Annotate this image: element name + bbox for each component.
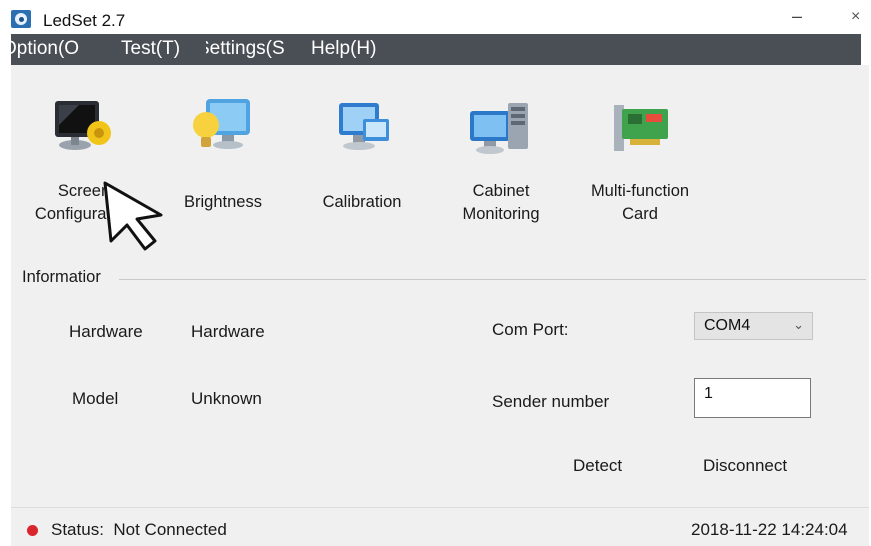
com-port-label: Com Port:: [492, 320, 569, 339]
eye-icon: [11, 10, 31, 28]
multi-function-card-icon: [614, 105, 668, 151]
menu-option[interactable]: Option(O: [11, 38, 79, 60]
calibration-label: Calibration: [322, 193, 402, 211]
menu-bar: Option(O Test(T) Settings(S Help(H): [11, 34, 861, 65]
status-label: Status:: [51, 520, 104, 539]
hardware-label: Hardware: [69, 322, 143, 341]
brightness-label: Brightness: [184, 193, 262, 211]
calibration-icon: [339, 103, 389, 150]
mouse-cursor-icon: [103, 181, 163, 251]
title-bar: LedSet 2.7 – ×: [0, 0, 871, 34]
hardware-value: Hardware: [191, 322, 265, 341]
model-label: Model: [72, 389, 119, 408]
menu-settings[interactable]: Settings(S: [206, 38, 285, 60]
cabinet-monitoring-icon: [470, 103, 528, 154]
model-value: Unknown: [191, 389, 262, 408]
chevron-down-icon: ⌄: [793, 317, 804, 332]
status-bar: Status: Not Connected 2018-11-22 14:24:0…: [11, 507, 869, 546]
multi-function-card-label: Multi-function Card: [590, 182, 690, 223]
brightness-icon: [193, 99, 250, 149]
status-text: Status: Not Connected: [51, 520, 227, 540]
main-panel: Screen Configuration Brightness Calibrat…: [11, 65, 869, 507]
brightness-button[interactable]: Brightness: [153, 65, 293, 245]
sender-number-value: 1: [704, 385, 713, 402]
cabinet-monitoring-button[interactable]: Cabinet Monitoring: [431, 65, 571, 245]
status-timestamp: 2018-11-22 14:24:04: [691, 520, 848, 539]
close-button[interactable]: ×: [851, 8, 860, 26]
minimize-button[interactable]: –: [792, 6, 802, 27]
status-value: Not Connected: [113, 520, 227, 539]
multi-function-card-button[interactable]: Multi-function Card: [570, 65, 710, 245]
calibration-button[interactable]: Calibration: [292, 65, 432, 245]
sender-number-field[interactable]: 1: [694, 378, 811, 418]
sender-number-label: Sender number: [492, 392, 610, 411]
screen-configuration-icon: [55, 101, 111, 150]
com-port-value: COM4: [704, 317, 751, 334]
com-port-select[interactable]: COM4 ⌄: [694, 312, 813, 340]
info-group-title: Informatior: [22, 268, 107, 287]
status-indicator-icon: [27, 525, 38, 536]
menu-help[interactable]: Help(H): [311, 38, 376, 60]
menu-test[interactable]: Test(T): [121, 38, 180, 60]
info-group-divider: [119, 279, 866, 280]
detect-button[interactable]: Detect: [573, 456, 622, 476]
cabinet-monitoring-label: Cabinet Monitoring: [462, 182, 540, 223]
window-title: LedSet 2.7: [43, 11, 126, 30]
disconnect-button[interactable]: Disconnect: [703, 456, 787, 476]
